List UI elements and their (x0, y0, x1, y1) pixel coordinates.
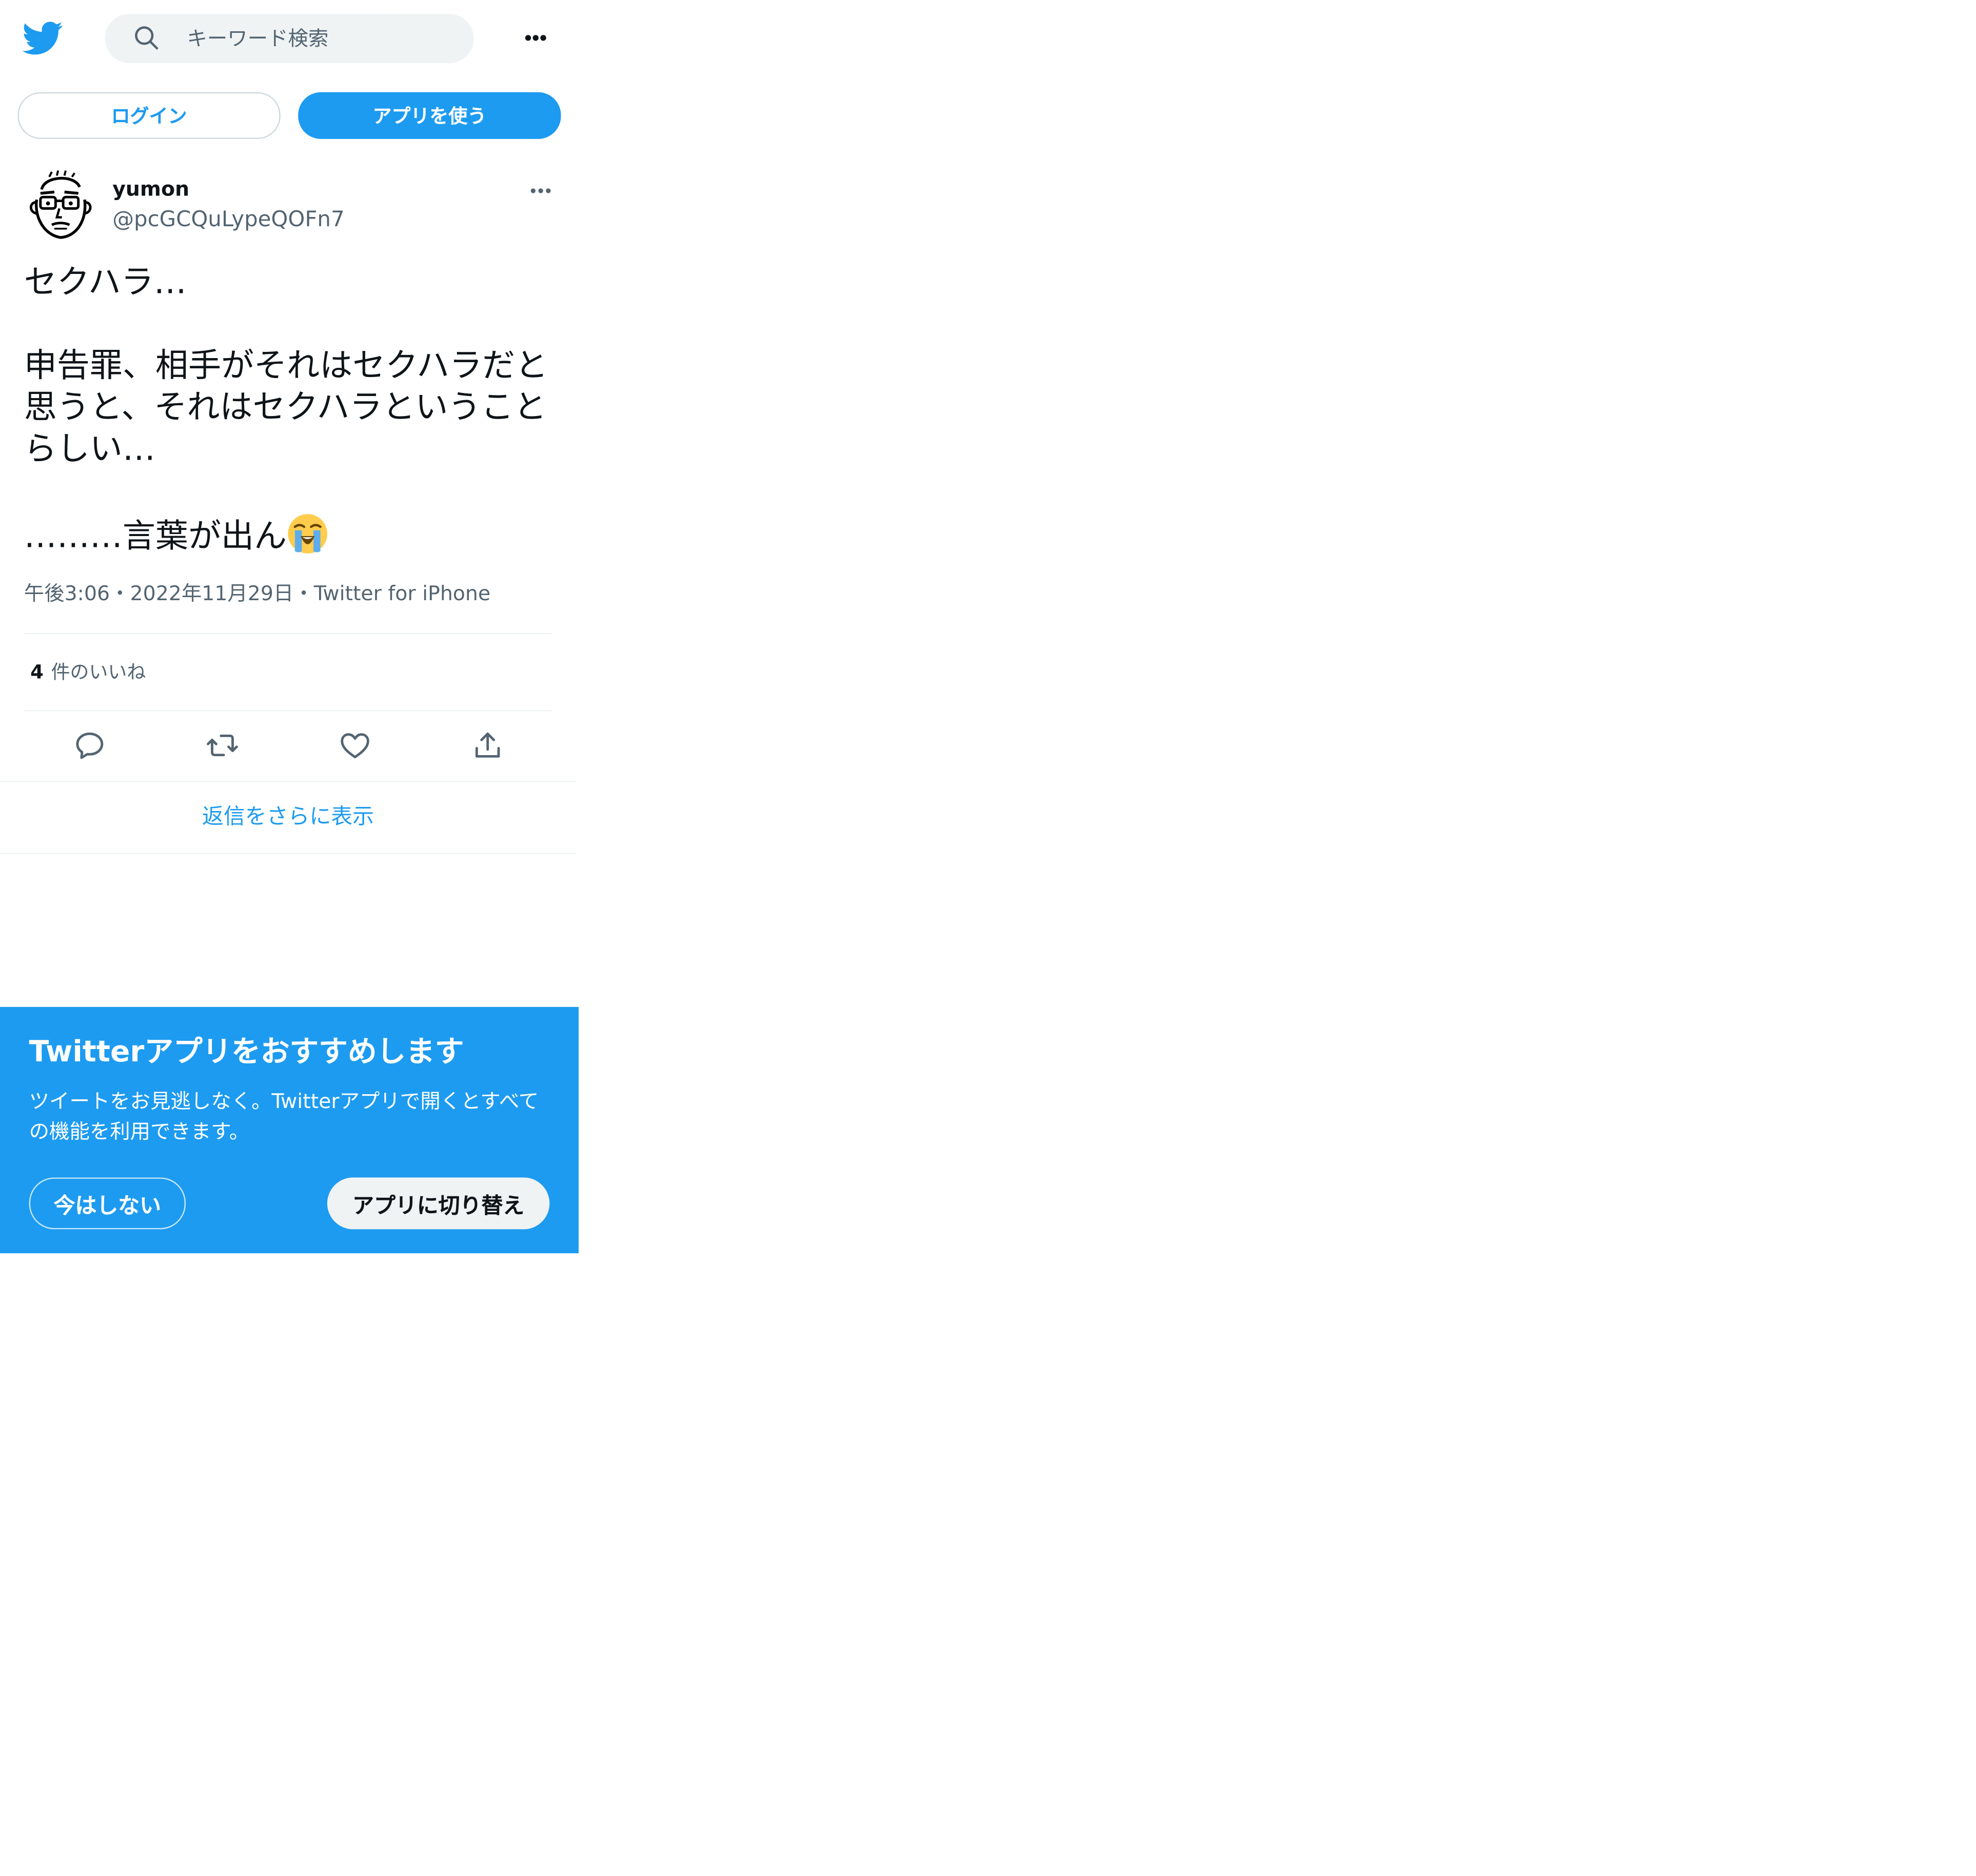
divider (24, 710, 552, 712)
loudly-crying-face-emoji (287, 513, 328, 555)
app-promo-banner: Twitterアプリをおすすめします ツイートをお見逃しなく。Twitterアプ… (0, 1006, 579, 1254)
tweet-text: セクハラ… 申告罪、相手がそれはセクハラだと思うと、それはセクハラということらし… (24, 263, 561, 558)
tweet-time[interactable]: 午後3:06 (24, 580, 110, 607)
show-more-replies-link[interactable]: 返信をさらに表示 (0, 803, 576, 831)
tweet-paragraph: 申告罪、相手がそれはセクハラだと思うと、それはセクハラということらしい… (24, 347, 548, 469)
meta-separator: ・ (293, 581, 314, 605)
like-icon[interactable] (339, 729, 371, 762)
share-icon[interactable] (471, 729, 504, 762)
likes-count[interactable]: 4 件のいいね (30, 660, 146, 685)
tweet-meta: 午後3:06・2022年11月29日・Twitter for iPhone (24, 580, 490, 607)
tweet-paragraph: セクハラ… (24, 264, 187, 302)
promo-body: ツイートをお見逃しなく。Twitterアプリで開くとすべての機能を利用できます。 (29, 1089, 539, 1143)
divider (0, 781, 577, 782)
retweet-icon[interactable] (206, 729, 239, 762)
tweet-paragraph-text: ………言葉が出ん (24, 518, 287, 556)
twitter-bird-icon[interactable] (22, 17, 63, 58)
switch-to-app-button[interactable]: アプリに切り替え (327, 1177, 550, 1230)
divider (0, 853, 577, 854)
avatar[interactable] (24, 169, 96, 242)
search-bar[interactable]: キーワード検索 (105, 14, 474, 64)
login-button[interactable]: ログイン (17, 92, 281, 139)
not-now-button[interactable]: 今はしない (29, 1177, 186, 1230)
search-icon (133, 24, 161, 52)
likes-number: 4 (30, 661, 44, 684)
tweet-paragraph: ………言葉が出ん (24, 513, 561, 559)
more-horizontal-icon[interactable] (518, 23, 554, 53)
tweet-date[interactable]: 2022年11月29日 (130, 580, 294, 607)
meta-separator: ・ (110, 581, 130, 605)
use-app-button[interactable]: アプリを使う (298, 92, 561, 139)
likes-label: 件のいいね (51, 661, 146, 684)
tweet-more-icon[interactable] (524, 177, 557, 205)
tweet-source[interactable]: Twitter for iPhone (314, 580, 490, 607)
search-input[interactable]: キーワード検索 (187, 25, 328, 53)
promo-title: Twitterアプリをおすすめします (29, 1036, 464, 1069)
author-handle[interactable]: @pcGCQuLypeQOFn7 (112, 206, 344, 233)
reply-icon[interactable] (73, 729, 106, 762)
author-name[interactable]: yumon (112, 177, 189, 202)
divider (24, 633, 552, 635)
tweet-page: キーワード検索 ログイン アプリを使う yumon @pcGCQuLypeQOF… (0, 0, 1976, 1876)
